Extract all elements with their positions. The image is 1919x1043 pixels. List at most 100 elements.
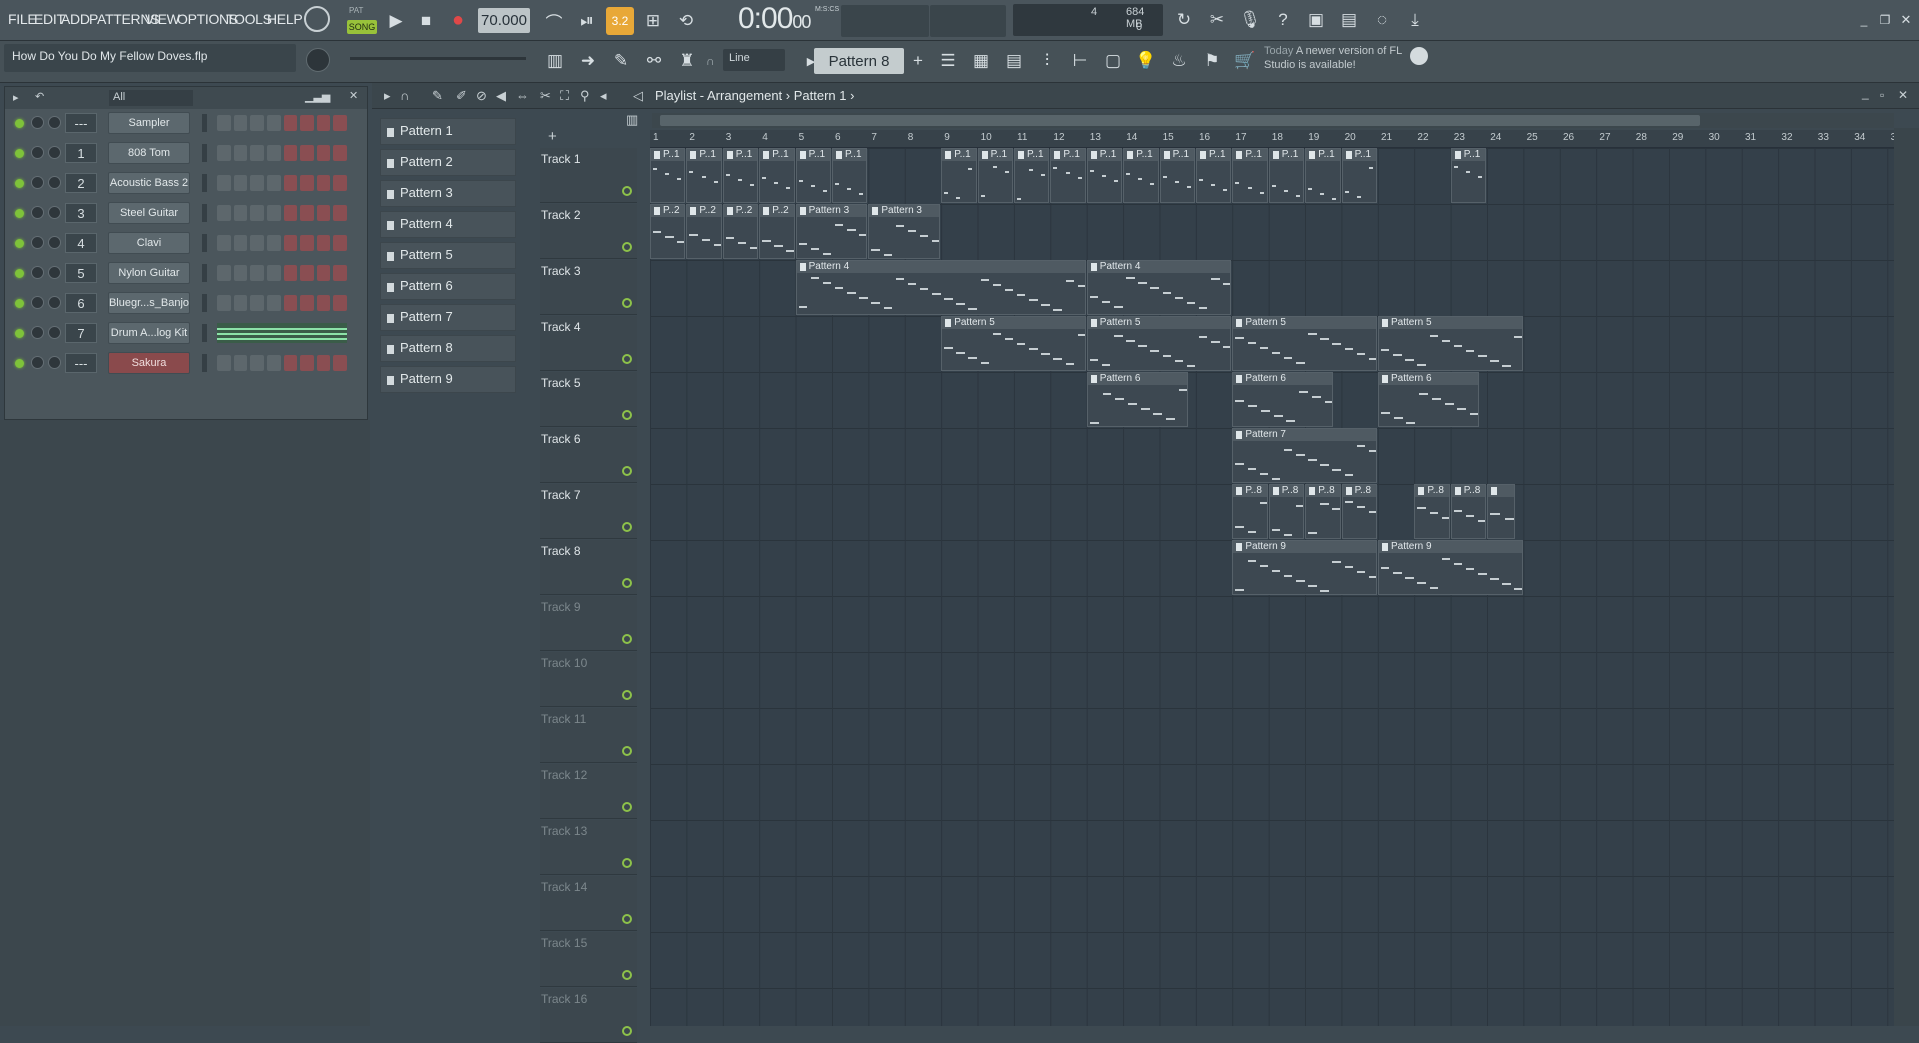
track-header[interactable]: Track 15 bbox=[540, 932, 637, 987]
channel-mute-led[interactable] bbox=[15, 119, 24, 128]
track-header[interactable]: Track 8 bbox=[540, 540, 637, 595]
mixer-track-number[interactable]: 6 bbox=[65, 293, 97, 313]
channel-name-button[interactable]: Clavi bbox=[108, 232, 190, 254]
playlist-clip[interactable]: P..1 bbox=[759, 148, 795, 203]
channel-mute-led[interactable] bbox=[15, 359, 24, 368]
step-button[interactable] bbox=[316, 145, 331, 161]
step-button[interactable] bbox=[283, 295, 298, 311]
step-button[interactable] bbox=[217, 265, 231, 281]
download-icon[interactable]: ⤓ bbox=[1401, 6, 1429, 34]
step-button[interactable] bbox=[283, 115, 298, 131]
playlist-clip[interactable]: P..1 bbox=[1232, 148, 1268, 203]
step-button[interactable] bbox=[233, 265, 248, 281]
channel-select-indicator[interactable] bbox=[202, 204, 207, 222]
step-button[interactable] bbox=[217, 175, 231, 191]
piano-roll-icon[interactable]: ▥ bbox=[541, 47, 569, 75]
step-button[interactable] bbox=[333, 235, 347, 251]
step-button[interactable] bbox=[250, 115, 264, 131]
step-sequencer[interactable] bbox=[217, 115, 347, 131]
step-button[interactable] bbox=[266, 175, 281, 191]
channel-volume-knob[interactable] bbox=[48, 176, 61, 189]
slip-tool-icon[interactable]: ⇔ bbox=[516, 88, 529, 103]
channel-pan-knob[interactable] bbox=[31, 146, 44, 159]
channel-pan-knob[interactable] bbox=[31, 356, 44, 369]
channel-row[interactable]: --- Sakura bbox=[5, 349, 367, 377]
step-button[interactable] bbox=[300, 145, 314, 161]
step-button[interactable] bbox=[283, 355, 298, 371]
playlist-clip[interactable]: P..2 bbox=[686, 204, 722, 259]
mixer-track-number[interactable]: 5 bbox=[65, 263, 97, 283]
pattern-list-item[interactable]: Pattern 6 bbox=[380, 273, 516, 300]
playlist-clip[interactable]: P..8 bbox=[1305, 484, 1341, 539]
track-enable-led[interactable] bbox=[622, 578, 632, 588]
channel-row[interactable]: 1 808 Tom bbox=[5, 139, 367, 167]
playlist-clip[interactable]: P..8 bbox=[1450, 484, 1487, 539]
update-globe-icon[interactable] bbox=[1410, 47, 1428, 65]
playlist-clip[interactable]: Pattern 3 bbox=[795, 204, 868, 259]
playlist-minimize-icon[interactable]: _ bbox=[1862, 86, 1869, 100]
step-button[interactable] bbox=[217, 205, 231, 221]
step-button[interactable] bbox=[266, 265, 281, 281]
mixer-track-number[interactable]: 1 bbox=[65, 143, 97, 163]
step-button[interactable] bbox=[283, 205, 298, 221]
track-header[interactable]: Track 11 bbox=[540, 708, 637, 763]
save-as-icon[interactable]: ▤ bbox=[1335, 6, 1363, 34]
loop-record-icon[interactable]: ⟲ bbox=[672, 7, 700, 35]
track-header[interactable]: Track 16 bbox=[540, 988, 637, 1043]
menu-help[interactable]: HELP bbox=[267, 11, 303, 27]
step-button[interactable] bbox=[333, 265, 347, 281]
playlist-maximize-icon[interactable]: ▫ bbox=[1880, 88, 1884, 102]
playlist-clip[interactable]: Pattern 4 bbox=[1086, 260, 1232, 315]
track-header[interactable]: Track 9 bbox=[540, 596, 637, 651]
track-enable-led[interactable] bbox=[622, 410, 632, 420]
channel-name-button[interactable]: Sakura bbox=[108, 352, 190, 374]
pattern-song-toggle-icon[interactable] bbox=[304, 6, 330, 32]
channel-name-button[interactable]: Steel Guitar bbox=[108, 202, 190, 224]
track-header[interactable]: Track 5 bbox=[540, 372, 637, 427]
brush-icon[interactable]: ✎ bbox=[607, 47, 635, 75]
pattern-list-item[interactable]: Pattern 2 bbox=[380, 149, 516, 176]
channel-select-indicator[interactable] bbox=[202, 174, 207, 192]
playlist-clip[interactable]: P..2 bbox=[650, 204, 686, 259]
step-button[interactable] bbox=[316, 235, 331, 251]
playlist-clip[interactable]: P..1 bbox=[1123, 148, 1159, 203]
playlist-clip[interactable]: P..1 bbox=[977, 148, 1013, 203]
horizontal-scroll-thumb[interactable] bbox=[660, 115, 1700, 126]
playlist-clip[interactable]: P..1 bbox=[1086, 148, 1123, 203]
rack-arrow-icon[interactable]: ▸ bbox=[13, 91, 19, 104]
playlist-clip[interactable]: Pattern 5 bbox=[941, 316, 1086, 371]
playlist-clip[interactable] bbox=[1487, 484, 1516, 539]
playlist-clip[interactable]: Pattern 7 bbox=[1232, 428, 1377, 483]
step-button[interactable] bbox=[250, 235, 264, 251]
track-enable-led[interactable] bbox=[622, 1026, 632, 1036]
step-button[interactable] bbox=[233, 145, 248, 161]
step-button[interactable] bbox=[217, 355, 231, 371]
playlist-clip[interactable]: Pattern 5 bbox=[1232, 316, 1377, 371]
step-button[interactable] bbox=[316, 355, 331, 371]
track-header[interactable]: Track 2 bbox=[540, 204, 637, 259]
record-icon[interactable]: ● bbox=[444, 6, 472, 34]
microphone-icon[interactable]: 🎙 bbox=[1236, 6, 1264, 34]
track-enable-led[interactable] bbox=[622, 186, 632, 196]
channel-row[interactable]: 2 Acoustic Bass 2 bbox=[5, 169, 367, 197]
pattern-selector[interactable]: Pattern 8 bbox=[814, 48, 904, 74]
pattern-list-item[interactable]: Pattern 8 bbox=[380, 335, 516, 362]
step-button[interactable] bbox=[283, 265, 298, 281]
news-panel[interactable]: Today A newer version of FL Studio is av… bbox=[1264, 44, 1434, 78]
mixer-track-number[interactable]: --- bbox=[65, 113, 97, 133]
select-tool-icon[interactable]: ⛶ bbox=[560, 88, 569, 104]
rack-close-icon[interactable]: ✕ bbox=[349, 89, 358, 102]
playlist-clip[interactable]: Pattern 9 bbox=[1232, 540, 1377, 595]
channel-volume-knob[interactable] bbox=[48, 326, 61, 339]
stop-icon[interactable]: ■ bbox=[412, 7, 440, 35]
track-enable-led[interactable] bbox=[622, 802, 632, 812]
magnet-icon[interactable]: ∩ bbox=[706, 54, 715, 68]
menu-tools[interactable]: TOOLS bbox=[226, 11, 272, 27]
step-button[interactable] bbox=[333, 295, 347, 311]
channel-row[interactable]: 7 Drum A...log Kit bbox=[5, 319, 367, 347]
mute-tool-icon[interactable]: ◀ bbox=[496, 88, 506, 104]
step-button[interactable] bbox=[233, 205, 248, 221]
step-button[interactable] bbox=[250, 145, 264, 161]
track-header[interactable]: Track 13 bbox=[540, 820, 637, 875]
playlist-clip[interactable]: P..1 bbox=[1305, 148, 1341, 203]
